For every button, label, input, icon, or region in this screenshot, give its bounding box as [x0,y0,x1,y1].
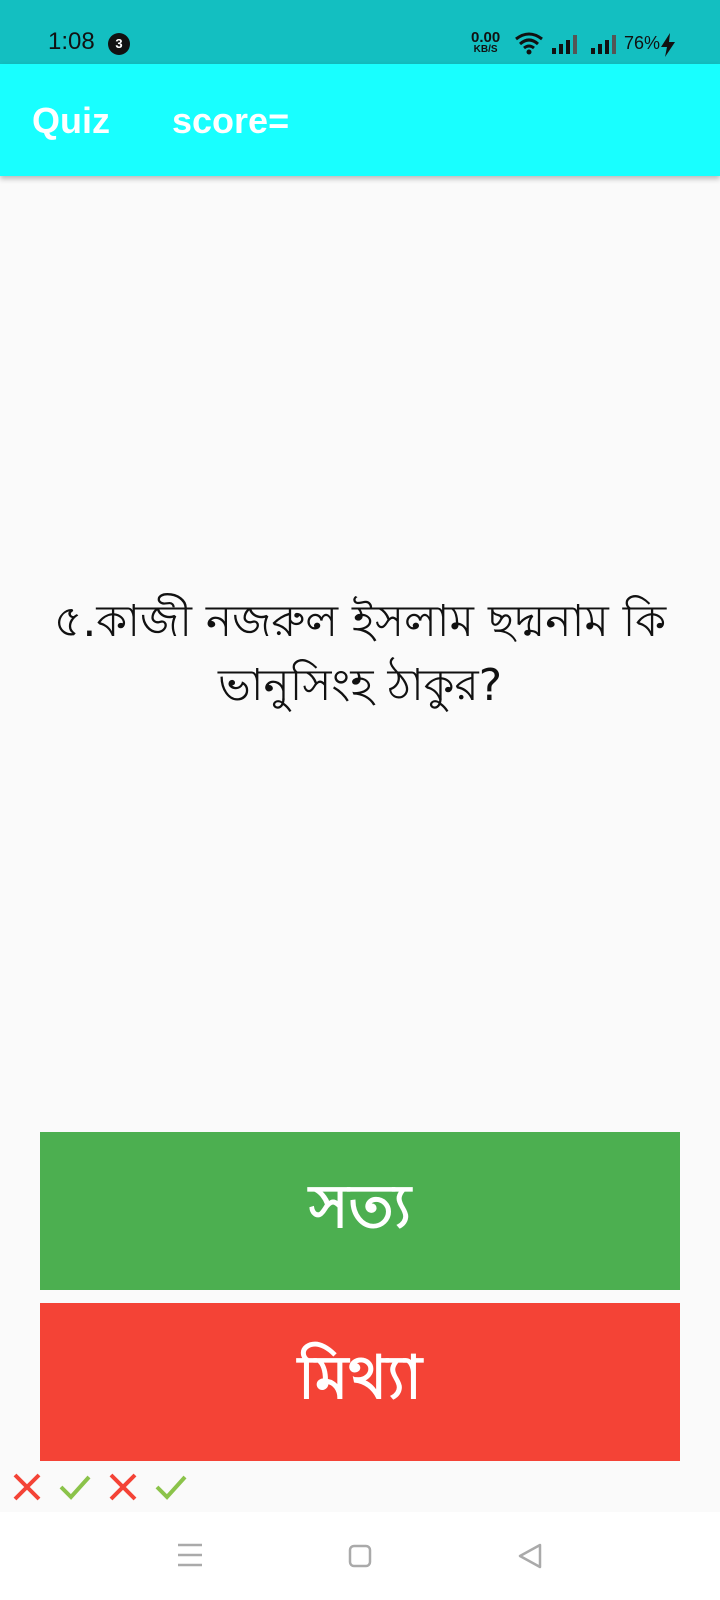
network-speed-value: 0.00 [471,29,501,46]
app-title: Quiz [32,100,110,141]
false-button[interactable]: মিথ্যা [40,1303,680,1461]
status-time: 1:08 [48,28,95,55]
notification-count-badge: 3 [108,33,130,55]
correct-mark-icon [59,1475,91,1500]
cell-signal-2-icon [591,35,616,54]
app-bar: Quiz score= [0,64,720,176]
true-button[interactable]: সত্য [40,1132,680,1290]
back-icon[interactable] [516,1542,544,1570]
home-icon[interactable] [348,1544,372,1568]
wrong-mark-icon [109,1473,137,1501]
question-text: ৫.কাজী নজরুল ইসলাম ছদ্মনাম কি ভানুসিংহ ঠ… [53,596,667,711]
navigation-bar [0,1512,720,1600]
recent-apps-menu-icon[interactable] [176,1542,204,1568]
battery-percentage: 76% [624,33,661,53]
wifi-icon [515,32,543,55]
charging-bolt-icon [661,33,675,57]
network-speed-unit: KB/S [473,44,498,55]
status-bar: 1:08 3 0.00 KB/S 76% [0,0,720,64]
correct-mark-icon [155,1475,187,1500]
answer-history [10,1470,188,1504]
cell-signal-1-icon [552,35,577,54]
score-label: score= [172,100,290,141]
wrong-mark-icon [13,1473,41,1501]
network-speed: 0.00 KB/S [471,30,500,55]
